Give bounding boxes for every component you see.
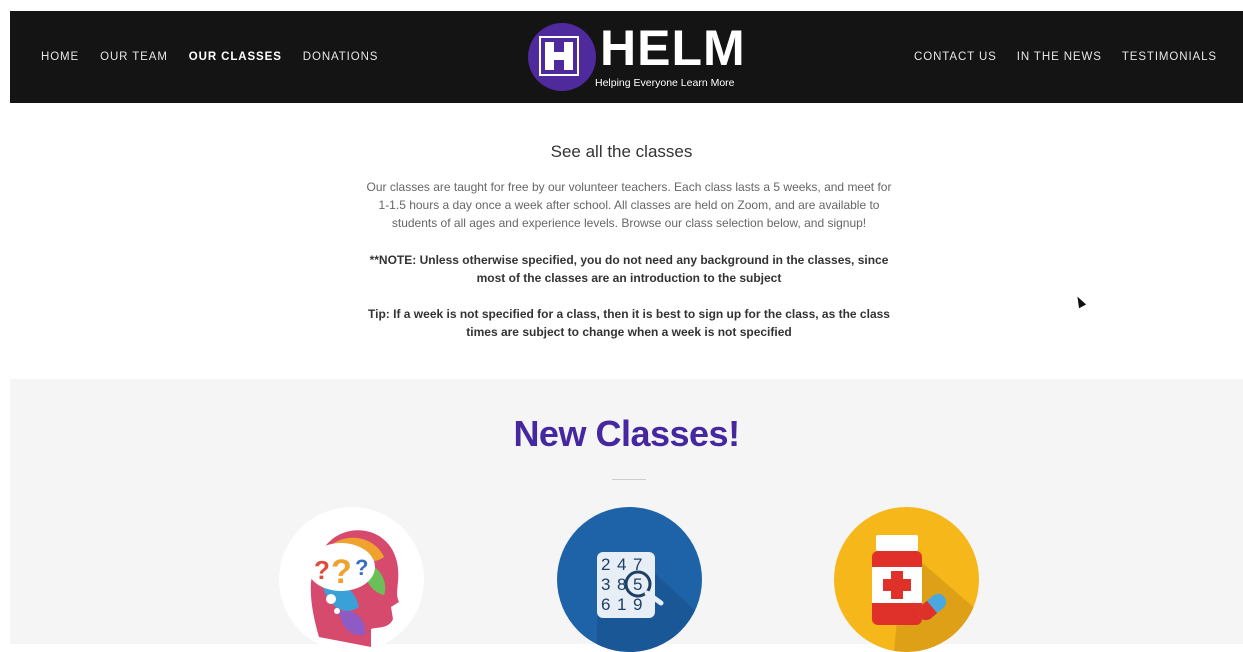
svg-text:6: 6 (601, 595, 610, 614)
new-classes-title: New Classes! (513, 413, 740, 454)
intro-note: **NOTE: Unless otherwise specified, you … (369, 253, 889, 285)
number-grid-magnifier-icon[interactable]: 247 385 619 (557, 507, 702, 652)
brain-question-icon[interactable]: ? ? ? (279, 507, 424, 652)
nav-left-group: HOME OUR TEAM OUR CLASSES DONATIONS (41, 11, 399, 103)
nav-link-donations[interactable]: DONATIONS (303, 51, 379, 63)
svg-text:2: 2 (601, 555, 610, 574)
medicine-bottle-icon[interactable] (834, 507, 979, 652)
logo-emblem-icon (528, 23, 596, 91)
nav-link-our-team[interactable]: OUR TEAM (100, 51, 168, 63)
nav-link-our-classes[interactable]: OUR CLASSES (189, 51, 282, 63)
svg-text:4: 4 (617, 555, 626, 574)
intro-heading: See all the classes (550, 142, 693, 161)
helm-logo[interactable]: HELM Helping Everyone Learn More (528, 20, 745, 93)
new-classes-section: New Classes! ? ? ? 247 385 619 (10, 379, 1243, 652)
svg-text:?: ? (314, 555, 330, 585)
nav-link-testimonials[interactable]: TESTIMONIALS (1122, 51, 1217, 63)
classes-intro: See all the classes Our classes are taug… (0, 103, 1243, 379)
nav-link-in-the-news[interactable]: IN THE NEWS (1017, 51, 1102, 63)
section-divider (612, 479, 646, 480)
svg-text:9: 9 (633, 595, 642, 614)
svg-text:3: 3 (601, 575, 610, 594)
nav-right-group: CONTACT US IN THE NEWS TESTIMONIALS (894, 11, 1217, 103)
logo-wordmark: HELM (600, 20, 746, 76)
svg-text:?: ? (355, 555, 368, 580)
top-navbar: HOME OUR TEAM OUR CLASSES DONATIONS HELM… (10, 11, 1243, 103)
svg-text:1: 1 (617, 595, 626, 614)
logo-tagline: Helping Everyone Learn More (595, 77, 735, 89)
svg-text:5: 5 (633, 575, 642, 594)
intro-tip: Tip: If a week is not specified for a cl… (368, 307, 890, 339)
nav-link-contact-us[interactable]: CONTACT US (914, 51, 997, 63)
intro-paragraph: Our classes are taught for free by our v… (366, 180, 892, 230)
nav-link-home[interactable]: HOME (41, 51, 79, 63)
svg-text:?: ? (331, 553, 352, 591)
